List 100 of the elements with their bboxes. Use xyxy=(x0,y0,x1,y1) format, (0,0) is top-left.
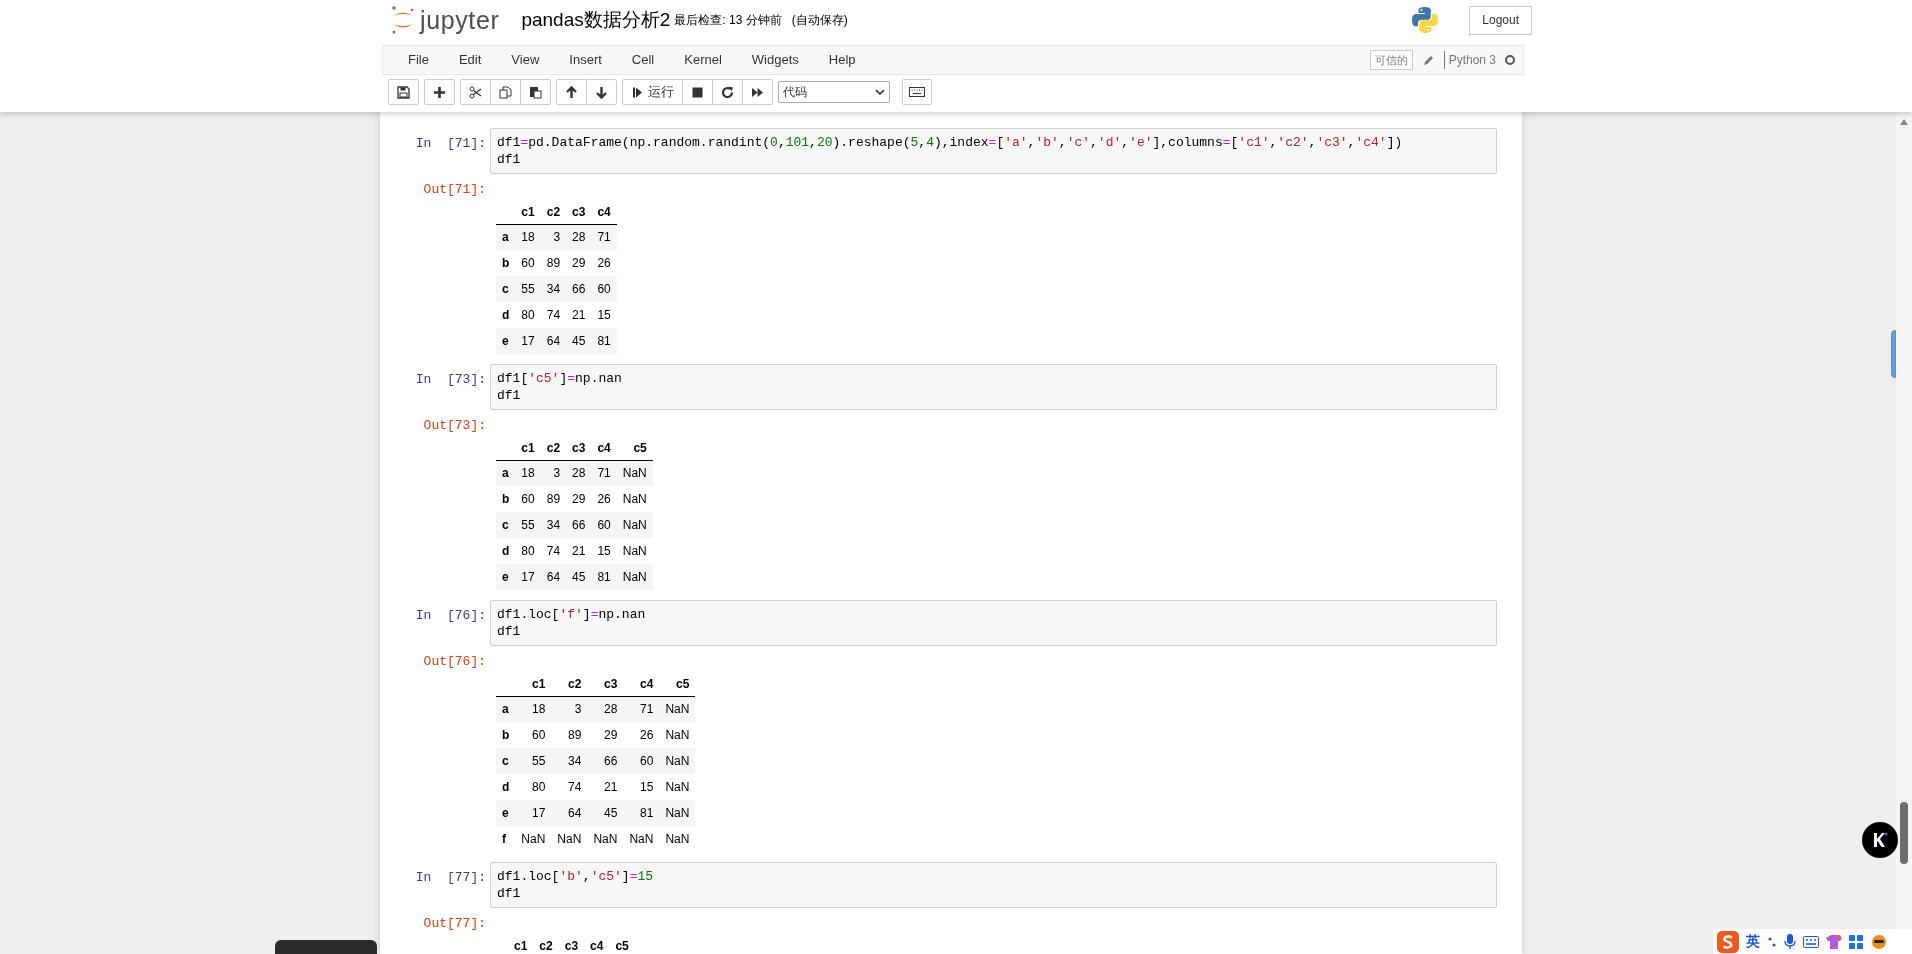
input-prompt: In [73]: xyxy=(414,371,487,389)
shirt-icon[interactable] xyxy=(1826,934,1842,949)
table-cell: 89 xyxy=(540,486,567,512)
menu-item[interactable]: Insert xyxy=(554,50,617,70)
column-header: c5 xyxy=(659,672,696,696)
row-index: e xyxy=(496,328,516,354)
menu-item[interactable]: Kernel xyxy=(669,50,737,70)
table-cell: 60 xyxy=(591,276,617,302)
paste-button[interactable] xyxy=(520,79,551,105)
menu-item[interactable]: Widgets xyxy=(736,50,814,70)
table-cell: NaN xyxy=(659,826,696,852)
table-cell: 17 xyxy=(515,800,552,826)
table-cell: 66 xyxy=(566,512,592,538)
table-cell: 60 xyxy=(591,512,617,538)
notebook-name[interactable]: pandas数据分析2 xyxy=(521,5,671,35)
save-button[interactable] xyxy=(388,79,419,105)
table-cell: 60 xyxy=(515,722,552,748)
run-button[interactable]: 运行 xyxy=(622,79,683,105)
column-header: c4 xyxy=(591,200,617,224)
table-cell: 71 xyxy=(591,224,617,250)
row-index: b xyxy=(496,486,516,512)
menu-item[interactable]: View xyxy=(496,50,555,70)
floating-k-button[interactable] xyxy=(1862,822,1898,858)
keyboard-icon[interactable] xyxy=(1803,935,1819,948)
trusted-indicator[interactable]: 可信的 xyxy=(1369,49,1413,71)
table-cell: 15 xyxy=(591,302,617,328)
stop-button[interactable] xyxy=(682,79,713,105)
table-cell: NaN xyxy=(659,748,696,774)
kernel-name[interactable]: Python 3 xyxy=(1448,51,1496,69)
move-down-button[interactable] xyxy=(586,79,617,105)
logout-button[interactable]: Logout xyxy=(1469,5,1532,35)
jupyter-logo-icon[interactable] xyxy=(390,5,416,35)
column-header: c1 xyxy=(515,200,541,224)
table-cell: 15 xyxy=(591,538,617,564)
column-header: c2 xyxy=(540,436,567,460)
column-header: c2 xyxy=(538,937,554,954)
output-prompt: Out[71]: xyxy=(422,181,487,199)
menu-item[interactable]: Edit xyxy=(443,50,497,70)
table-cell: 55 xyxy=(515,748,552,774)
python-logo-icon xyxy=(1411,6,1440,34)
menu-item[interactable]: File xyxy=(393,50,444,70)
checkpoint-status: 最后检查: 13 分钟前 xyxy=(674,12,782,29)
row-index: d xyxy=(496,774,516,800)
table-cell: 66 xyxy=(587,748,624,774)
code-editor[interactable]: df1.loc['f']=np.nan df1 xyxy=(490,600,1497,646)
table-cell: 3 xyxy=(540,460,567,486)
stop-icon xyxy=(691,85,704,99)
column-header: c3 xyxy=(566,200,592,224)
row-index: b xyxy=(496,722,516,748)
table-cell: 28 xyxy=(566,224,592,250)
side-tab[interactable] xyxy=(1891,330,1896,378)
grid-icon[interactable] xyxy=(1849,934,1863,949)
table-cell: 26 xyxy=(591,250,617,276)
table-cell: 81 xyxy=(623,800,660,826)
run-all-button[interactable] xyxy=(742,79,773,105)
keyboard-shortcuts-button[interactable] xyxy=(902,79,932,105)
column-header: c4 xyxy=(589,937,605,954)
scroll-up-icon[interactable] xyxy=(1900,119,1908,125)
code-editor[interactable]: df1['c5']=np.nan df1 xyxy=(490,364,1497,410)
restart-button[interactable] xyxy=(712,79,743,105)
keyboard-icon xyxy=(909,87,925,97)
code-editor[interactable]: df1.loc['b','c5']=15 df1 xyxy=(490,862,1497,908)
table-cell: 60 xyxy=(623,748,660,774)
column-header: c1 xyxy=(513,937,529,954)
add-cell-button[interactable] xyxy=(424,79,455,105)
scrollbar-thumb[interactable] xyxy=(1900,802,1908,864)
table-cell: 21 xyxy=(566,538,592,564)
row-index: c xyxy=(496,748,516,774)
table-cell: 64 xyxy=(540,328,567,354)
table-cell: 21 xyxy=(587,774,624,800)
copy-icon xyxy=(499,85,512,99)
code-editor[interactable]: df1=pd.DataFrame(np.random.randint(0,101,20).reshape(5,4),index=['a','b','c','d','e'],columns=['c1','c2','c3','c4']) df1 xyxy=(490,128,1497,174)
code-line: df1 xyxy=(497,623,522,640)
row-index: d xyxy=(496,302,516,328)
ime-language-indicator[interactable]: 英 xyxy=(1746,931,1760,952)
sogou-logo-icon[interactable] xyxy=(1717,930,1739,953)
jupyter-logo-text[interactable]: jupyter xyxy=(420,7,500,33)
table-cell: 29 xyxy=(587,722,624,748)
output-prompt: Out[77]: xyxy=(422,915,487,933)
cut-button[interactable] xyxy=(460,79,491,105)
table-cell: 64 xyxy=(551,800,588,826)
row-index: f xyxy=(496,826,516,852)
table-cell: 66 xyxy=(566,276,592,302)
autosave-status: (自动保存) xyxy=(791,12,848,29)
move-up-button[interactable] xyxy=(556,79,587,105)
code-line: df1=pd.DataFrame(np.random.randint(0,101,20).reshape(5,4),index=['a','b','c','d','e'],columns=['c1','c2','c3','c4']) xyxy=(497,134,1404,151)
menu-item[interactable]: Cell xyxy=(616,50,670,70)
table-cell: 89 xyxy=(540,250,567,276)
microphone-icon[interactable] xyxy=(1784,933,1796,950)
table-cell: NaN xyxy=(616,512,653,538)
table-cell: 29 xyxy=(566,486,592,512)
row-index: c xyxy=(496,276,516,302)
column-header: c5 xyxy=(616,436,653,460)
pencil-icon[interactable] xyxy=(1422,54,1435,66)
row-index: a xyxy=(496,460,516,486)
cell-type-dropdown[interactable]: 代码 xyxy=(778,81,890,103)
table-cell: NaN xyxy=(515,826,552,852)
table-cell: 21 xyxy=(566,302,592,328)
column-header: c4 xyxy=(623,672,660,696)
menu-item[interactable]: Help xyxy=(813,50,871,70)
